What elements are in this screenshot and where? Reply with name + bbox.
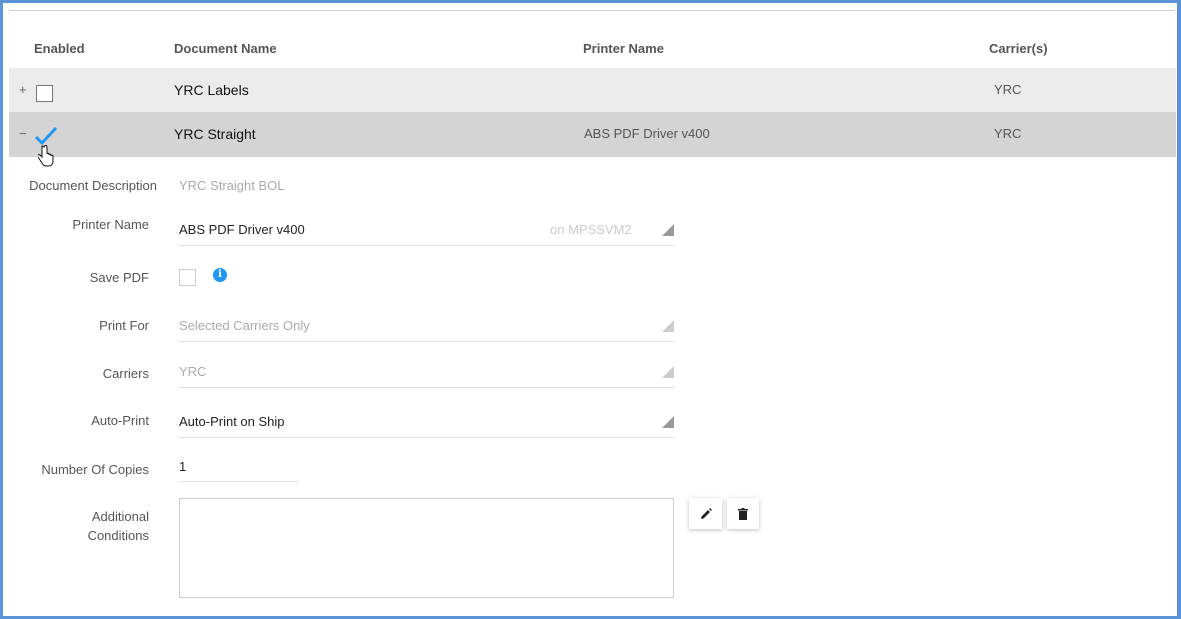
additional-conditions-label: Additional Conditions xyxy=(9,507,149,545)
table-row[interactable]: − YRC Straight ABS PDF Driver v400 YRC xyxy=(9,112,1176,167)
enabled-checkbox[interactable] xyxy=(36,85,53,102)
printer-name-value: ABS PDF Driver v400 xyxy=(179,222,305,237)
header-enabled[interactable]: Enabled xyxy=(34,41,85,56)
dropdown-arrow-icon xyxy=(662,366,674,378)
print-for-select[interactable]: Selected Carriers Only xyxy=(179,312,674,342)
dropdown-arrow-icon xyxy=(662,320,674,332)
document-description-value: YRC Straight BOL xyxy=(179,178,285,193)
print-for-value: Selected Carriers Only xyxy=(179,318,310,333)
info-icon[interactable]: i xyxy=(213,268,227,282)
divider xyxy=(9,10,1175,11)
carriers-label: Carriers xyxy=(102,366,149,381)
header-carriers[interactable]: Carrier(s) xyxy=(989,41,1048,56)
printer-name-select[interactable]: ABS PDF Driver v400 on MPSSVM2 xyxy=(179,216,674,246)
collapse-button[interactable]: − xyxy=(19,112,27,156)
document-description-label: Document Description xyxy=(29,178,157,193)
delete-button[interactable] xyxy=(727,498,759,529)
number-of-copies-input[interactable]: 1 xyxy=(179,453,298,482)
edit-button[interactable] xyxy=(689,498,722,529)
additional-conditions-textarea[interactable] xyxy=(179,498,674,598)
header-printer-name[interactable]: Printer Name xyxy=(583,41,664,56)
print-for-label: Print For xyxy=(99,318,149,333)
label-line: Additional xyxy=(91,509,149,524)
carriers: YRC xyxy=(994,126,1022,141)
hand-cursor-icon xyxy=(37,145,54,172)
expand-button[interactable]: + xyxy=(19,68,27,112)
auto-print-value: Auto-Print on Ship xyxy=(179,414,285,429)
header-document-name[interactable]: Document Name xyxy=(174,41,277,56)
carriers-select[interactable]: YRC xyxy=(179,358,674,388)
printer-name: ABS PDF Driver v400 xyxy=(584,126,710,141)
dropdown-arrow-icon xyxy=(662,416,674,428)
pencil-icon xyxy=(700,507,712,519)
dropdown-arrow-icon xyxy=(662,224,674,236)
number-of-copies-value: 1 xyxy=(179,459,187,474)
save-pdf-label: Save PDF xyxy=(89,270,149,285)
printer-host: on MPSSVM2 xyxy=(550,222,632,237)
save-pdf-checkbox[interactable] xyxy=(179,269,196,286)
printer-name-label: Printer Name xyxy=(72,217,149,232)
document-name: YRC Labels xyxy=(174,82,249,98)
auto-print-select[interactable]: Auto-Print on Ship xyxy=(179,408,674,438)
label-line: Conditions xyxy=(87,528,149,543)
number-of-copies-label: Number Of Copies xyxy=(41,462,149,477)
auto-print-label: Auto-Print xyxy=(91,413,149,428)
carriers: YRC xyxy=(994,82,1022,97)
carriers-value: YRC xyxy=(179,364,207,379)
table-row[interactable]: + YRC Labels YRC xyxy=(9,68,1176,112)
document-name: YRC Straight xyxy=(174,126,256,142)
trash-icon xyxy=(738,507,748,520)
